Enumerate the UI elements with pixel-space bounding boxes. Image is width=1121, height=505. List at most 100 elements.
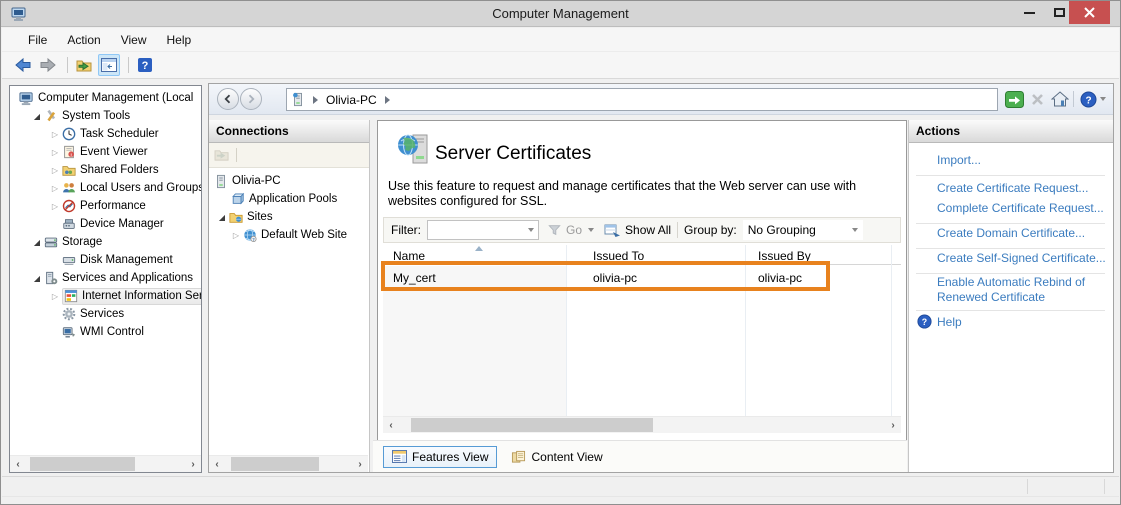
forward-arrow-icon	[39, 57, 57, 73]
export-list-button[interactable]	[73, 54, 95, 76]
action-complete-certificate-request[interactable]: Complete Certificate Request...	[937, 201, 1104, 215]
save-connection-icon[interactable]	[214, 148, 230, 162]
tree-item-system-tools[interactable]: System Tools	[10, 107, 201, 125]
tree-item-services[interactable]: Services	[10, 305, 201, 323]
expander-collapsed-icon[interactable]	[229, 231, 243, 240]
group-by-caret-icon[interactable]	[852, 228, 858, 232]
stop-button[interactable]	[1027, 88, 1048, 110]
action-import[interactable]: Import...	[937, 153, 981, 167]
expander-collapsed-icon[interactable]	[48, 202, 62, 211]
expander-expanded-icon[interactable]	[30, 112, 44, 121]
scrollbar-thumb[interactable]	[30, 457, 135, 471]
scroll-right-icon[interactable]: ›	[185, 456, 201, 472]
iis-manager-region: Olivia-PC ? Connections	[208, 83, 1114, 473]
expander-collapsed-icon[interactable]	[48, 130, 62, 139]
svg-text:?: ?	[252, 237, 255, 242]
close-button[interactable]	[1069, 1, 1110, 24]
expander-collapsed-icon[interactable]	[48, 166, 62, 175]
list-horizontal-scrollbar[interactable]: ‹ ›	[383, 416, 901, 433]
scroll-right-icon[interactable]: ›	[885, 417, 901, 433]
folder-export-icon	[76, 58, 93, 73]
column-header-issued-by[interactable]: Issued By	[758, 249, 811, 263]
action-enable-automatic-rebind[interactable]: Enable Automatic Rebind of Renewed Certi…	[937, 275, 1107, 305]
expander-expanded-icon[interactable]	[215, 213, 229, 222]
scroll-left-icon[interactable]: ‹	[383, 417, 399, 433]
tree-item-task-scheduler[interactable]: Task Scheduler	[10, 125, 201, 143]
connections-item-server[interactable]: Olivia-PC	[209, 172, 369, 190]
go-button[interactable]: Go	[566, 223, 582, 237]
scrollbar-thumb[interactable]	[411, 418, 653, 432]
action-help[interactable]: Help	[937, 315, 962, 329]
help-button[interactable]: ?	[134, 54, 156, 76]
expander-expanded-icon[interactable]	[30, 274, 44, 283]
tree-item-device-manager[interactable]: Device Manager	[10, 215, 201, 233]
expander-collapsed-icon[interactable]	[48, 148, 62, 157]
menu-file[interactable]: File	[18, 30, 57, 50]
nav-forward-button[interactable]	[240, 88, 262, 110]
scroll-left-icon[interactable]: ‹	[209, 456, 225, 472]
toolbar: ?	[2, 52, 1119, 79]
maximize-icon	[1054, 8, 1065, 17]
menu-view[interactable]: View	[111, 30, 157, 50]
forward-button[interactable]	[37, 54, 59, 76]
tree-item-event-viewer[interactable]: ! Event Viewer	[10, 143, 201, 161]
column-header-name[interactable]: Name	[393, 249, 425, 263]
action-create-domain-certificate[interactable]: Create Domain Certificate...	[937, 226, 1085, 240]
expander-expanded-icon[interactable]	[30, 238, 44, 247]
connections-item-default-web-site[interactable]: ? Default Web Site	[209, 226, 369, 244]
home-button[interactable]	[1049, 88, 1070, 110]
column-header-issued-to[interactable]: Issued To	[593, 249, 644, 263]
tree-item-wmi-control[interactable]: WMI Control	[10, 323, 201, 341]
tree-item-disk-management[interactable]: Disk Management	[10, 251, 201, 269]
list-header-row: Name Issued To Issued By	[383, 245, 901, 265]
connections-item-application-pools[interactable]: Application Pools	[209, 190, 369, 208]
actions-separator	[916, 273, 1105, 274]
back-button[interactable]	[12, 54, 34, 76]
tree-item-performance[interactable]: Performance	[10, 197, 201, 215]
tree-item-services-applications[interactable]: Services and Applications	[10, 269, 201, 287]
tree-item-internet-information-services[interactable]: Internet Information Ser	[10, 287, 201, 305]
filter-dropdown-caret-icon[interactable]	[528, 228, 534, 232]
menu-action[interactable]: Action	[57, 30, 110, 50]
tab-features-view[interactable]: Features View	[383, 446, 497, 468]
nav-back-button[interactable]	[217, 88, 239, 110]
refresh-button[interactable]	[1004, 88, 1025, 110]
show-all-button[interactable]: Show All	[625, 223, 671, 237]
tree-item-shared-folders[interactable]: Shared Folders	[10, 161, 201, 179]
actions-separator	[916, 310, 1105, 311]
show-console-tree-button[interactable]	[98, 54, 120, 76]
menu-help[interactable]: Help	[157, 30, 202, 50]
expander-collapsed-icon[interactable]	[48, 184, 62, 193]
certificate-row[interactable]: My_cert olivia-pc olivia-pc	[383, 267, 901, 289]
sort-ascending-icon	[475, 246, 483, 251]
tree-item-local-users-groups[interactable]: Local Users and Groups	[10, 179, 201, 197]
connections-toolbar	[209, 143, 369, 168]
scroll-left-icon[interactable]: ‹	[10, 456, 26, 472]
connections-horizontal-scrollbar[interactable]: ‹ ›	[209, 455, 368, 472]
tree-horizontal-scrollbar[interactable]: ‹ ›	[10, 455, 201, 472]
go-dropdown-caret-icon[interactable]	[588, 228, 594, 232]
action-create-certificate-request[interactable]: Create Certificate Request...	[937, 181, 1088, 195]
performance-icon	[62, 199, 76, 213]
action-create-self-signed-certificate[interactable]: Create Self-Signed Certificate...	[937, 251, 1106, 265]
actions-header: Actions	[909, 120, 1113, 143]
address-bar[interactable]: Olivia-PC	[286, 88, 998, 111]
group-by-combobox[interactable]: No Grouping	[743, 220, 863, 240]
wmi-icon	[62, 325, 76, 339]
tree-item-storage[interactable]: Storage	[10, 233, 201, 251]
home-icon	[1051, 91, 1069, 107]
disk-icon	[62, 253, 76, 267]
expander-collapsed-icon[interactable]	[48, 292, 62, 301]
help-dropdown-caret-icon[interactable]	[1100, 97, 1106, 101]
scroll-right-icon[interactable]: ›	[352, 456, 368, 472]
minimize-button[interactable]	[1014, 1, 1044, 24]
group-by-value: No Grouping	[748, 223, 816, 237]
connections-item-sites[interactable]: Sites	[209, 208, 369, 226]
help-icon: ?	[1080, 91, 1097, 108]
tab-content-view[interactable]: Content View	[503, 446, 610, 468]
breadcrumb-node[interactable]: Olivia-PC	[326, 93, 377, 107]
filter-combobox[interactable]	[427, 220, 539, 240]
scrollbar-thumb[interactable]	[231, 457, 319, 471]
help-menu-button[interactable]: ?	[1078, 88, 1099, 110]
tree-item-computer-management[interactable]: Computer Management (Local	[10, 89, 201, 107]
